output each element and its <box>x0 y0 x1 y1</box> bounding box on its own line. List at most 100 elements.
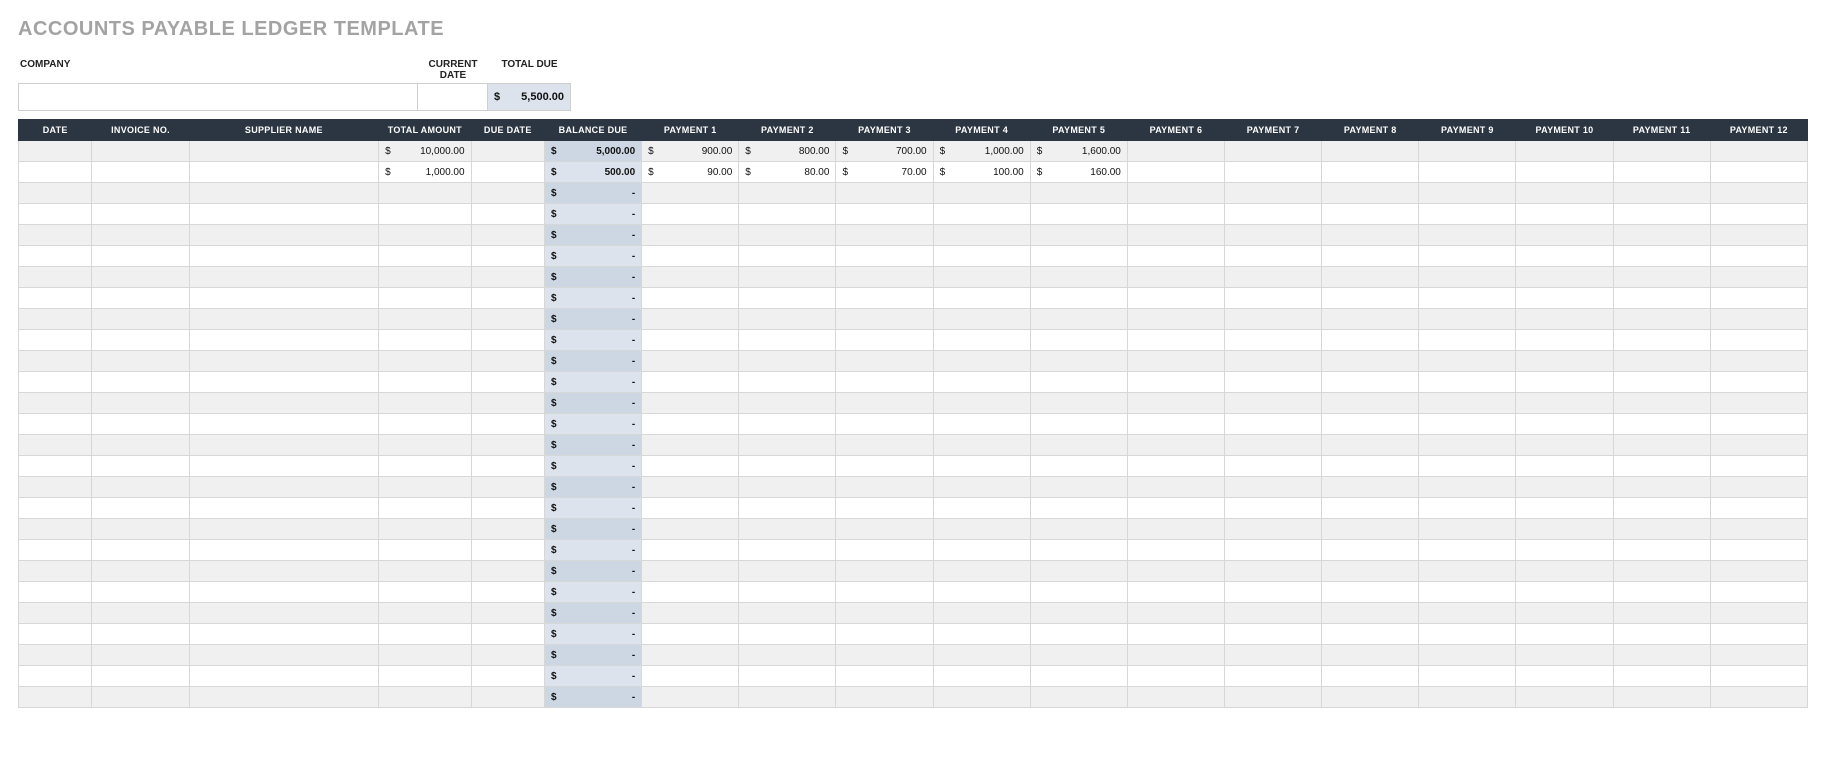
cell-date[interactable] <box>19 582 92 603</box>
cell-payment[interactable] <box>1225 372 1322 393</box>
cell-payment[interactable] <box>1030 267 1127 288</box>
cell-payment[interactable] <box>1710 645 1807 666</box>
cell-payment[interactable] <box>642 372 739 393</box>
cell-payment[interactable] <box>739 288 836 309</box>
cell-invoice[interactable] <box>92 183 189 204</box>
cell-payment[interactable] <box>1419 330 1516 351</box>
cell-payment[interactable] <box>1419 561 1516 582</box>
cell-payment[interactable] <box>739 645 836 666</box>
cell-payment[interactable] <box>1322 288 1419 309</box>
cell-payment[interactable] <box>933 288 1030 309</box>
cell-payment[interactable] <box>933 582 1030 603</box>
table-row[interactable]: $- <box>19 582 1808 603</box>
cell-due-date[interactable] <box>471 645 544 666</box>
cell-payment[interactable] <box>1030 351 1127 372</box>
cell-invoice[interactable] <box>92 477 189 498</box>
cell-payment[interactable] <box>739 477 836 498</box>
cell-date[interactable] <box>19 162 92 183</box>
cell-payment[interactable] <box>739 519 836 540</box>
cell-invoice[interactable] <box>92 162 189 183</box>
cell-payment[interactable] <box>739 666 836 687</box>
cell-payment[interactable] <box>1613 162 1710 183</box>
cell-payment[interactable] <box>933 372 1030 393</box>
cell-payment[interactable] <box>836 414 933 435</box>
cell-payment[interactable] <box>739 561 836 582</box>
cell-payment[interactable] <box>1127 456 1224 477</box>
table-row[interactable]: $- <box>19 456 1808 477</box>
cell-payment[interactable]: $800.00 <box>739 141 836 162</box>
cell-payment[interactable] <box>739 372 836 393</box>
cell-due-date[interactable] <box>471 519 544 540</box>
cell-payment[interactable] <box>1419 435 1516 456</box>
cell-invoice[interactable] <box>92 330 189 351</box>
cell-payment[interactable] <box>1613 456 1710 477</box>
cell-payment[interactable] <box>1225 624 1322 645</box>
table-row[interactable]: $- <box>19 309 1808 330</box>
cell-payment[interactable] <box>1225 435 1322 456</box>
cell-payment[interactable] <box>1225 330 1322 351</box>
cell-payment[interactable] <box>1710 519 1807 540</box>
cell-payment[interactable] <box>1419 624 1516 645</box>
cell-payment[interactable] <box>1710 414 1807 435</box>
cell-supplier[interactable] <box>189 330 379 351</box>
cell-payment[interactable] <box>1516 624 1613 645</box>
cell-due-date[interactable] <box>471 498 544 519</box>
cell-date[interactable] <box>19 456 92 477</box>
cell-payment[interactable] <box>836 456 933 477</box>
cell-payment[interactable] <box>933 393 1030 414</box>
cell-payment[interactable] <box>1030 603 1127 624</box>
cell-payment[interactable] <box>1322 225 1419 246</box>
table-row[interactable]: $- <box>19 267 1808 288</box>
cell-payment[interactable] <box>1710 225 1807 246</box>
cell-payment[interactable] <box>739 267 836 288</box>
cell-payment[interactable] <box>1030 372 1127 393</box>
cell-payment[interactable] <box>642 204 739 225</box>
cell-supplier[interactable] <box>189 372 379 393</box>
cell-payment[interactable] <box>1419 225 1516 246</box>
cell-payment[interactable] <box>1127 393 1224 414</box>
table-row[interactable]: $- <box>19 183 1808 204</box>
cell-payment[interactable] <box>933 456 1030 477</box>
cell-payment[interactable] <box>1613 561 1710 582</box>
cell-payment[interactable] <box>1127 141 1224 162</box>
cell-payment[interactable] <box>642 624 739 645</box>
cell-payment[interactable] <box>1516 141 1613 162</box>
cell-payment[interactable] <box>1322 519 1419 540</box>
cell-payment[interactable] <box>1613 141 1710 162</box>
cell-payment[interactable] <box>1127 246 1224 267</box>
cell-invoice[interactable] <box>92 561 189 582</box>
cell-invoice[interactable] <box>92 372 189 393</box>
cell-invoice[interactable] <box>92 435 189 456</box>
cell-payment[interactable] <box>1516 330 1613 351</box>
cell-invoice[interactable] <box>92 351 189 372</box>
cell-payment[interactable] <box>642 477 739 498</box>
cell-payment[interactable] <box>836 561 933 582</box>
cell-payment[interactable] <box>836 666 933 687</box>
cell-payment[interactable] <box>1127 435 1224 456</box>
cell-payment[interactable] <box>1419 141 1516 162</box>
cell-payment[interactable] <box>1419 498 1516 519</box>
cell-payment[interactable] <box>739 414 836 435</box>
cell-payment[interactable] <box>1225 225 1322 246</box>
cell-payment[interactable] <box>1225 561 1322 582</box>
cell-payment[interactable] <box>933 498 1030 519</box>
cell-payment[interactable] <box>836 582 933 603</box>
cell-total-amount[interactable] <box>379 645 471 666</box>
cell-payment[interactable] <box>1419 162 1516 183</box>
cell-invoice[interactable] <box>92 246 189 267</box>
cell-payment[interactable] <box>1613 603 1710 624</box>
cell-payment[interactable] <box>1710 204 1807 225</box>
cell-payment[interactable] <box>1516 225 1613 246</box>
cell-payment[interactable] <box>836 519 933 540</box>
cell-date[interactable] <box>19 267 92 288</box>
cell-payment[interactable] <box>739 246 836 267</box>
cell-payment[interactable] <box>1613 519 1710 540</box>
cell-payment[interactable] <box>836 246 933 267</box>
cell-supplier[interactable] <box>189 267 379 288</box>
cell-date[interactable] <box>19 183 92 204</box>
cell-payment[interactable] <box>642 645 739 666</box>
cell-payment[interactable] <box>1613 351 1710 372</box>
cell-payment[interactable] <box>1710 288 1807 309</box>
cell-payment[interactable] <box>933 183 1030 204</box>
cell-payment[interactable] <box>1030 225 1127 246</box>
